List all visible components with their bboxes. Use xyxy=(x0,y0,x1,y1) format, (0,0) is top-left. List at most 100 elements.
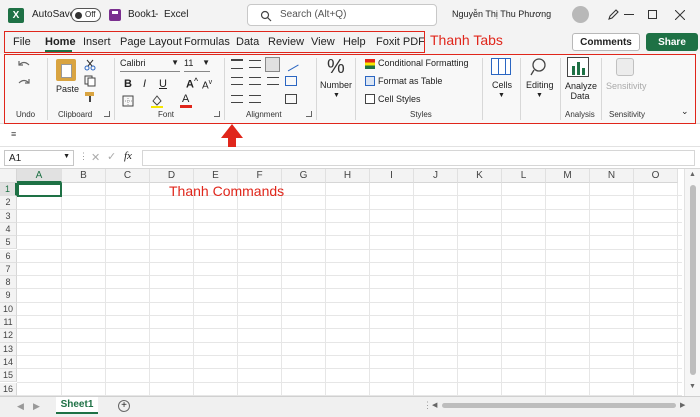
row-header-16[interactable]: 16 xyxy=(0,382,17,396)
column-header-m[interactable]: M xyxy=(546,169,590,183)
font-color-icon[interactable]: A xyxy=(180,93,192,108)
increase-indent-icon[interactable] xyxy=(249,95,261,103)
format-as-table-button[interactable]: Format as Table xyxy=(378,76,442,86)
row-header-5[interactable]: 5 xyxy=(0,236,17,250)
column-header-b[interactable]: B xyxy=(62,169,106,183)
insert-function-button[interactable]: fx xyxy=(124,150,132,162)
bold-button[interactable]: B xyxy=(124,78,132,90)
autosave-toggle[interactable]: Off xyxy=(71,8,101,22)
formula-input[interactable] xyxy=(142,150,695,166)
pen-icon[interactable] xyxy=(607,8,620,21)
row-header-12[interactable]: 12 xyxy=(0,329,17,343)
editing-button[interactable]: Editing xyxy=(526,80,554,90)
comments-button[interactable]: Comments xyxy=(572,33,640,51)
copy-icon[interactable] xyxy=(84,75,96,87)
column-header-k[interactable]: K xyxy=(458,169,502,183)
cancel-icon[interactable]: ✕ xyxy=(91,151,100,164)
cut-icon[interactable] xyxy=(84,59,96,71)
sensitivity-button[interactable]: Sensitivity xyxy=(606,81,647,91)
decrease-font-icon[interactable]: Av xyxy=(202,79,212,91)
sheet-tab-sheet1[interactable]: Sheet1 xyxy=(56,397,98,414)
row-header-2[interactable]: 2 xyxy=(0,196,17,210)
row-header-7[interactable]: 7 xyxy=(0,262,17,277)
add-sheet-icon[interactable]: + xyxy=(118,400,130,412)
row-header-9[interactable]: 9 xyxy=(0,289,17,303)
scroll-down-icon[interactable]: ▼ xyxy=(689,383,696,390)
align-bottom-icon[interactable] xyxy=(265,57,280,72)
close-icon[interactable] xyxy=(675,10,685,20)
row-header-3[interactable]: 3 xyxy=(0,209,17,223)
column-header-l[interactable]: L xyxy=(502,169,546,183)
underline-button[interactable]: U xyxy=(159,78,167,90)
share-button[interactable]: Share xyxy=(646,33,698,51)
select-all-corner[interactable] xyxy=(0,169,17,183)
wrap-text-icon[interactable] xyxy=(285,76,297,86)
row-header-15[interactable]: 15 xyxy=(0,369,17,383)
italic-button[interactable]: I xyxy=(143,78,146,90)
column-header-n[interactable]: N xyxy=(590,169,634,183)
hscroll-right-icon[interactable]: ▶ xyxy=(680,401,685,409)
column-header-i[interactable]: I xyxy=(370,169,414,183)
row-header-14[interactable]: 14 xyxy=(0,355,17,370)
merge-center-icon[interactable] xyxy=(285,94,297,104)
row-header-6[interactable]: 6 xyxy=(0,249,17,263)
column-header-j[interactable]: J xyxy=(414,169,458,183)
prev-sheet-icon[interactable]: ◀ xyxy=(17,401,24,412)
vertical-scrollbar[interactable]: ▲ ▼ xyxy=(684,169,700,396)
column-header-g[interactable]: G xyxy=(282,169,326,183)
fill-color-icon[interactable] xyxy=(150,94,164,108)
paste-icon[interactable] xyxy=(56,59,76,81)
name-box[interactable]: A1 ▼ xyxy=(4,150,74,166)
hscroll-left-icon[interactable]: ◀ xyxy=(432,401,437,409)
paste-label[interactable]: Paste xyxy=(56,84,79,94)
column-header-e[interactable]: E xyxy=(194,169,238,183)
number-button[interactable]: Number xyxy=(320,80,352,90)
row-header-4[interactable]: 4 xyxy=(0,222,17,237)
dialog-launcher-icon[interactable] xyxy=(306,111,312,117)
row-header-11[interactable]: 11 xyxy=(0,316,17,330)
align-right-icon[interactable] xyxy=(267,77,279,85)
borders-icon[interactable] xyxy=(122,95,134,107)
font-size-select[interactable]: 11 ▼ xyxy=(184,58,210,72)
maximize-icon[interactable] xyxy=(648,10,657,19)
save-icon[interactable] xyxy=(109,9,121,21)
minimize-icon[interactable] xyxy=(624,14,634,15)
font-name-select[interactable]: Calibri ▼ xyxy=(120,58,180,72)
customize-qa-icon[interactable]: ≡ xyxy=(11,129,16,139)
align-top-icon[interactable] xyxy=(231,59,243,69)
scroll-thumb[interactable] xyxy=(690,185,696,375)
worksheet-grid[interactable]: ABCDEFGHIJKLMNO 1 2 3 4 5 6 7 8 9 10 11 12 13 14 15 16 … xyxy=(0,169,700,396)
align-center-icon[interactable] xyxy=(249,77,261,85)
search-box[interactable]: Search (Alt+Q) xyxy=(247,4,437,26)
scroll-up-icon[interactable]: ▲ xyxy=(689,171,696,178)
column-header-h[interactable]: H xyxy=(326,169,370,183)
format-painter-icon[interactable] xyxy=(84,91,96,103)
analyze-data-button[interactable]: Analyze Data xyxy=(565,81,597,101)
horizontal-scroll-thumb[interactable] xyxy=(442,403,676,408)
redo-icon[interactable] xyxy=(16,78,32,90)
column-header-f[interactable]: F xyxy=(238,169,282,183)
ribbon-expand-icon[interactable]: ⌄ xyxy=(681,106,689,117)
row-header-10[interactable]: 10 xyxy=(0,302,17,316)
decrease-indent-icon[interactable] xyxy=(231,95,243,103)
active-cell[interactable] xyxy=(17,183,62,197)
align-left-icon[interactable] xyxy=(231,77,243,85)
increase-font-icon[interactable]: A^ xyxy=(186,78,198,91)
conditional-formatting-button[interactable]: Conditional Formatting xyxy=(378,58,469,68)
cells-button[interactable]: Cells xyxy=(492,80,512,90)
dialog-launcher-icon[interactable] xyxy=(104,111,110,117)
column-header-c[interactable]: C xyxy=(106,169,150,183)
align-middle-icon[interactable] xyxy=(249,60,261,68)
next-sheet-icon[interactable]: ▶ xyxy=(33,401,40,412)
column-header-o[interactable]: O xyxy=(634,169,678,183)
row-header-13[interactable]: 13 xyxy=(0,342,17,356)
cell-styles-button[interactable]: Cell Styles xyxy=(378,94,421,104)
enter-icon[interactable]: ✓ xyxy=(107,150,116,163)
column-header-d[interactable]: D xyxy=(150,169,194,183)
row-header-8[interactable]: 8 xyxy=(0,276,17,290)
undo-icon[interactable] xyxy=(16,60,32,72)
column-header-a[interactable]: A xyxy=(17,169,62,183)
avatar[interactable] xyxy=(572,6,589,23)
row-header-1[interactable]: 1 xyxy=(0,183,17,197)
dialog-launcher-icon[interactable] xyxy=(214,111,220,117)
